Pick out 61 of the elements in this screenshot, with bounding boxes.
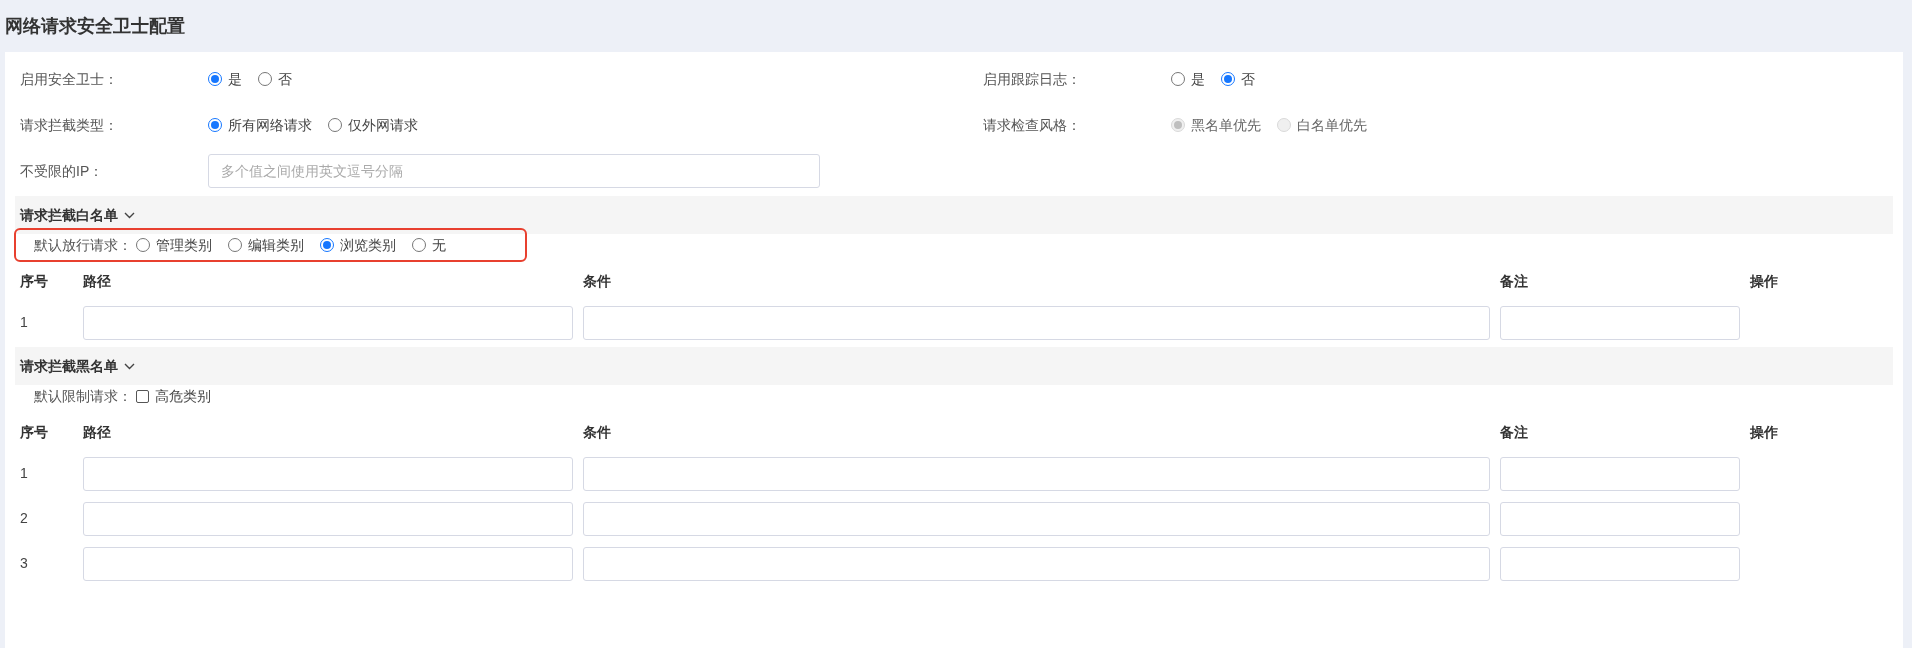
radio-label: 浏览类别: [340, 235, 396, 255]
radio-button[interactable]: [412, 238, 426, 252]
path-input-field[interactable]: [83, 501, 573, 536]
row-number: 1: [20, 313, 29, 332]
condition-input-field[interactable]: [583, 501, 1490, 536]
radio-label: 所有网络请求: [228, 115, 312, 135]
radio-button[interactable]: [208, 72, 222, 86]
radio-label: 白名单优先: [1297, 115, 1367, 135]
path-input-field[interactable]: [83, 305, 573, 340]
radio-label: 黑名单优先: [1191, 115, 1261, 135]
checkbox[interactable]: [136, 389, 149, 403]
radio-label: 否: [278, 69, 292, 89]
column-header: 备注: [1500, 271, 1529, 291]
note-input-field[interactable]: [1500, 546, 1740, 581]
field-label: 启用安全卫士：: [20, 69, 119, 89]
note-input-field[interactable]: [1500, 305, 1740, 340]
row-number: 2: [20, 509, 29, 528]
column-header: 操作: [1750, 271, 1779, 291]
section-toggle[interactable]: 请求拦截黑名单: [20, 355, 135, 377]
radio-label: 是: [1191, 69, 1205, 89]
field-label: 默认限制请求：: [34, 386, 132, 406]
radio-label: 无: [432, 235, 446, 255]
condition-input-field[interactable]: [583, 456, 1490, 491]
column-header: 操作: [1750, 422, 1779, 442]
condition-input-field[interactable]: [583, 305, 1490, 340]
path-input-field[interactable]: [83, 456, 573, 491]
note-input-field[interactable]: [1500, 456, 1740, 491]
radio-button[interactable]: [208, 118, 222, 132]
radio-label: 管理类别: [156, 235, 212, 255]
field-label: 不受限的IP：: [20, 161, 105, 181]
field-label: 启用跟踪日志：: [983, 69, 1082, 89]
radio-label: 编辑类别: [248, 235, 304, 255]
radio-label: 否: [1241, 69, 1255, 89]
row-number: 3: [20, 554, 29, 573]
ip-input-field[interactable]: 多个值之间使用英文逗号分隔: [208, 154, 820, 188]
row-number: 1: [20, 464, 29, 483]
radio-button[interactable]: [320, 238, 334, 252]
radio-label: 仅外网请求: [348, 115, 418, 135]
field-label: 请求检查风格：: [983, 115, 1082, 135]
radio-button[interactable]: [1171, 72, 1185, 86]
column-header: 序号: [20, 271, 49, 291]
radio-button[interactable]: [136, 238, 150, 252]
page-title: 网络请求安全卫士配置: [5, 14, 185, 38]
condition-input-field[interactable]: [583, 546, 1490, 581]
radio-label: 是: [228, 69, 242, 89]
path-input-field[interactable]: [83, 546, 573, 581]
column-header: 条件: [583, 271, 612, 291]
column-header: 备注: [1500, 422, 1529, 442]
note-input-field[interactable]: [1500, 501, 1740, 536]
radio-button[interactable]: [228, 238, 242, 252]
radio-button[interactable]: [258, 72, 272, 86]
radio-button[interactable]: [328, 118, 342, 132]
column-header: 路径: [83, 422, 112, 442]
radio-button[interactable]: [1221, 72, 1235, 86]
section-toggle[interactable]: 请求拦截白名单: [20, 204, 135, 226]
column-header: 条件: [583, 422, 612, 442]
checkbox-label: 高危类别: [155, 386, 211, 406]
field-label: 默认放行请求：: [34, 235, 132, 255]
column-header: 序号: [20, 422, 49, 442]
field-label: 请求拦截类型：: [20, 115, 119, 135]
column-header: 路径: [83, 271, 112, 291]
